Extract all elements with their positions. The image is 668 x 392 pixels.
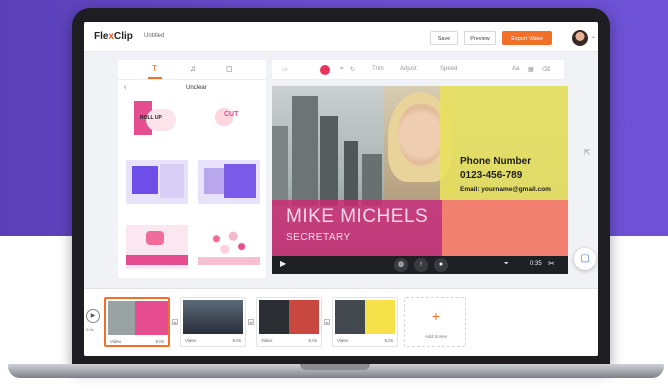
rotate-icon[interactable]: ↻ [350,66,355,73]
text-template-2[interactable]: CUT [198,95,260,139]
phone-label-text[interactable]: Phone Number [460,156,531,167]
chevron-down-icon[interactable]: ⌄ [591,33,596,40]
export-video-button[interactable]: Export Video [502,31,552,45]
clip-duration: 5.0s [384,338,393,343]
panel-tabs: T ♫ ◻ [118,60,266,80]
top-bar: FlexClip Untitled Save Preview Export Vi… [84,22,598,52]
volume-icon[interactable]: ⏷ [504,261,509,268]
ratio-icon[interactable]: ▭ [282,66,288,73]
email-text[interactable]: Email: yourname@gmail.com [460,186,551,193]
transition-icon[interactable]: ⇄ [172,319,178,325]
clip-label: Video [337,338,349,343]
clip-4[interactable]: Video 5.0s [332,297,398,347]
music-tab-icon[interactable]: ♫ [190,64,196,73]
play-icon[interactable]: ▶ [280,259,286,268]
transition-icon[interactable]: ⇄ [324,319,330,325]
text-template-3[interactable] [126,160,188,204]
crop-icon[interactable]: ⌗ [340,66,343,73]
phone-number-text[interactable]: 0123-456-789 [460,170,522,181]
clip-3[interactable]: Video 5.0s [256,297,322,347]
color-swatch-icon[interactable] [320,65,330,75]
avatar[interactable] [572,30,588,46]
microphone-icon[interactable]: ● [434,258,448,272]
clip-2[interactable]: Video 8.0s [180,297,246,347]
text-template-1[interactable]: ROLL UP [126,95,188,139]
layout-icon[interactable]: ▦ [528,66,534,73]
back-arrow-icon[interactable]: ‹ [124,84,126,91]
timeline-play-icon[interactable]: ▶ [86,309,100,323]
laptop-notch [300,364,370,370]
document-title[interactable]: Untitled [144,33,164,39]
add-scene-button[interactable]: + Add Scene [404,297,466,347]
speed-button[interactable]: Speed [440,66,457,72]
template-panel: T ♫ ◻ ‹ Unclear ROLL UP CUT [118,60,266,278]
elements-tab-icon[interactable]: ◻ [226,64,233,73]
cursor-icon: ⇱ [584,148,591,157]
text-template-4[interactable] [198,160,260,204]
flexclip-logo[interactable]: FlexClip [94,31,133,42]
template-text: ROLL UP [140,115,162,121]
text-style-icon[interactable]: Aa [512,66,519,72]
timeline-time: 0:0s [86,327,94,332]
upload-icon[interactable]: ↑ [414,258,428,272]
clip-duration: 5.0s [308,338,317,343]
time-readout: 0:35 [530,261,542,267]
clip-label: Video [110,339,122,344]
globe-icon[interactable]: ◍ [394,258,408,272]
template-text: CUT [224,111,239,118]
trim-button[interactable]: Trim [372,66,384,72]
coral-overlay [442,200,568,256]
player-bar: ▶ ◍ ↑ ● ⏷ 0:35 ✂ [272,256,568,274]
clip-label: Video [261,338,273,343]
text-tab-icon[interactable]: T [148,64,162,79]
split-icon[interactable]: ✂ [548,259,555,268]
text-template-6[interactable] [198,225,260,269]
role-text[interactable]: SECRETARY [286,232,351,243]
add-scene-label: Add Scene [424,334,448,339]
preview-button[interactable]: Preview [464,31,496,45]
category-label: Unclear [186,85,207,91]
delete-icon[interactable]: ⌫ [542,66,550,73]
person-photo [398,104,444,166]
clip-1[interactable]: Video 8.0s [104,297,170,347]
timeline: ▶ 0:0s Video 8.0s ⇄ Video 8.0s ⇄ Video 5… [84,288,598,356]
clip-duration: 8.0s [155,339,164,344]
yellow-overlay [440,86,568,200]
transition-icon[interactable]: ⇄ [248,319,254,325]
text-template-5[interactable] [126,225,188,269]
name-text[interactable]: MIKE MICHELS [286,206,428,228]
chat-icon[interactable]: ▢ [574,248,596,270]
save-button[interactable]: Save [430,31,458,45]
app-screen: FlexClip Untitled Save Preview Export Vi… [84,22,598,356]
video-canvas[interactable]: Phone Number 0123-456-789 Email: yournam… [272,86,568,256]
canvas-toolbar: ▭ ⌗ ↻ Trim Adjust Speed Aa ▦ ⌫ [272,60,564,80]
plus-icon: + [431,308,441,324]
clip-duration: 8.0s [232,338,241,343]
adjust-button[interactable]: Adjust [400,66,417,72]
clip-label: Video [185,338,197,343]
